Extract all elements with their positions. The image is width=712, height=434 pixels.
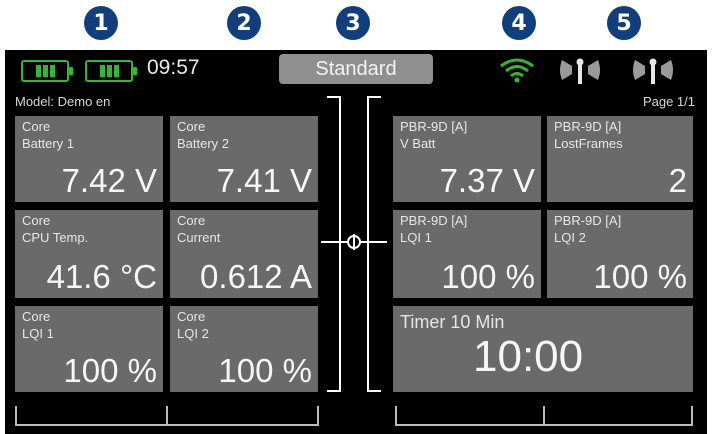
- telemetry-tile[interactable]: Core Battery 1 7.42 V: [15, 116, 163, 202]
- telemetry-tile[interactable]: PBR-9D [A] V Batt 7.37 V: [393, 116, 541, 202]
- tile-source: Core: [22, 213, 51, 228]
- tile-sensor: LQI 1: [400, 230, 432, 245]
- tile-value: 0.612 A: [200, 258, 312, 295]
- model-name: Model: Demo en: [15, 94, 111, 109]
- telemetry-tile[interactable]: Core LQI 1 100 %: [15, 306, 163, 392]
- tile-source: PBR-9D [A]: [554, 213, 622, 228]
- transmitter-screen: 09:57 Standard Model: Demo en Page 1/1 C…: [5, 50, 707, 434]
- telemetry-tile[interactable]: Core CPU Temp. 41.6 °C: [15, 210, 163, 298]
- tile-source: PBR-9D [A]: [400, 119, 468, 134]
- callout-2: 2: [227, 6, 261, 40]
- tile-value: 100 %: [441, 258, 535, 295]
- tile-sensor: Current: [177, 230, 221, 245]
- tile-value: 100 %: [218, 352, 312, 389]
- telemetry-tile[interactable]: Core Current 0.612 A: [170, 210, 318, 298]
- tx-battery-icon: [21, 60, 73, 82]
- tile-sensor: LQI 2: [554, 230, 586, 245]
- callout-4: 4: [502, 6, 536, 40]
- telemetry-tile[interactable]: PBR-9D [A] LQI 2 100 %: [547, 210, 693, 298]
- callout-5: 5: [607, 6, 641, 40]
- bottom-tick: [543, 406, 545, 426]
- tile-source: PBR-9D [A]: [554, 119, 622, 134]
- antenna-icon: [560, 58, 600, 84]
- flight-mode-button[interactable]: Standard: [279, 54, 433, 84]
- bottom-tick: [691, 406, 693, 426]
- tile-value: 41.6 °C: [46, 258, 157, 295]
- timer-label: Timer 10 Min: [400, 312, 505, 332]
- tile-source: Core: [22, 119, 51, 134]
- column-resize-handle[interactable]: [321, 234, 387, 250]
- tile-sensor: LQI 2: [177, 326, 209, 341]
- tile-sensor: CPU Temp.: [22, 230, 89, 245]
- tile-sensor: LostFrames: [554, 136, 623, 151]
- tile-sensor: Battery 1: [22, 136, 75, 151]
- page-indicator: Page 1/1: [642, 94, 695, 109]
- bottom-tick: [15, 406, 17, 426]
- bottom-tick: [166, 406, 168, 426]
- clock: 09:57: [147, 56, 200, 79]
- tile-source: Core: [177, 119, 206, 134]
- tile-source: Core: [177, 309, 206, 324]
- timer-tile[interactable]: Timer 10 Min 10:00: [393, 306, 693, 392]
- bottom-tick: [317, 406, 319, 426]
- rx-battery-icon: [85, 60, 137, 82]
- tile-source: Core: [177, 213, 206, 228]
- tile-value: 7.37 V: [439, 162, 535, 199]
- telemetry-tile[interactable]: PBR-9D [A] LostFrames 2: [547, 116, 693, 202]
- callout-1: 1: [84, 6, 118, 40]
- tile-sensor: Battery 2: [177, 136, 230, 151]
- tile-sensor: LQI 1: [22, 326, 54, 341]
- tile-source: Core: [22, 309, 51, 324]
- tile-value: 2: [668, 162, 687, 199]
- bottom-tick: [395, 406, 397, 426]
- tile-value: 100 %: [63, 352, 157, 389]
- tile-value: 7.41 V: [216, 162, 312, 199]
- callout-3: 3: [336, 6, 370, 40]
- telemetry-tile[interactable]: Core Battery 2 7.41 V: [170, 116, 318, 202]
- telemetry-tile[interactable]: Core LQI 2 100 %: [170, 306, 318, 392]
- telemetry-tile[interactable]: PBR-9D [A] LQI 1 100 %: [393, 210, 541, 298]
- wifi-signal-icon: [500, 58, 534, 83]
- antenna-icon: [633, 58, 673, 84]
- tile-value: 7.42 V: [61, 162, 157, 199]
- tile-sensor: V Batt: [400, 136, 436, 151]
- tile-source: PBR-9D [A]: [400, 213, 468, 228]
- tile-value: 100 %: [593, 258, 687, 295]
- timer-value: 10:00: [473, 332, 584, 381]
